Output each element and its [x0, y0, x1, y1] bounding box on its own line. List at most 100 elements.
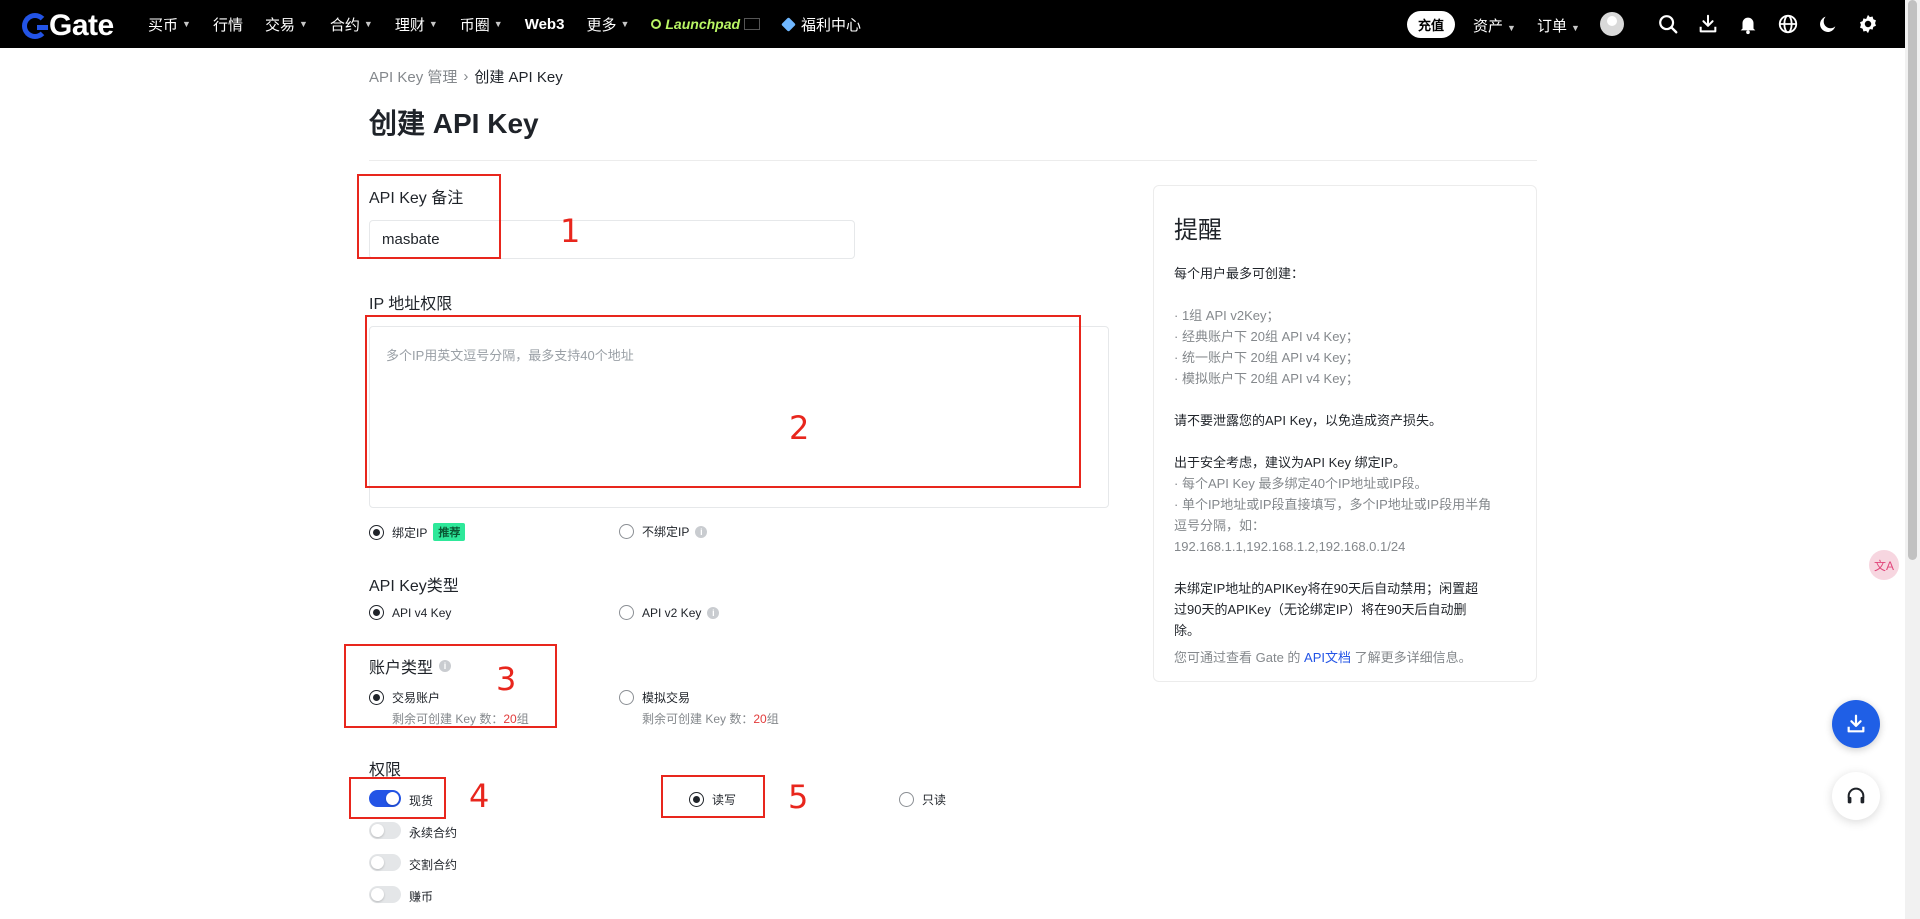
radio-api-v2-key[interactable]: API v2 Key i [619, 605, 720, 620]
annotation-box-4 [349, 777, 446, 819]
reminder-auto-disable: 除。 [1174, 623, 1201, 638]
annotation-number-1: 1 [560, 212, 581, 250]
reminder-warning: 请不要泄露您的API Key，以免造成资产损失。 [1174, 413, 1442, 428]
page-scrollbar[interactable] [1905, 0, 1920, 919]
nav-orders[interactable]: 订单 ▼ [1537, 15, 1580, 36]
breadcrumb-api-key-management[interactable]: API Key 管理 [369, 66, 457, 87]
floating-support-button[interactable] [1832, 772, 1880, 820]
radio-bind-ip[interactable]: 绑定IP 推荐 [369, 523, 466, 541]
floating-download-button[interactable] [1832, 700, 1880, 748]
toggle-delivery[interactable] [369, 854, 401, 871]
radio-unchecked-icon [619, 605, 634, 620]
info-icon[interactable]: i [695, 525, 708, 538]
chevron-down-icon: ▼ [1507, 23, 1516, 33]
nav-web3[interactable]: Web3 [525, 16, 565, 33]
info-icon[interactable]: i [707, 606, 720, 619]
reminder-limit: · 经典账户下 20组 API v4 Key； [1174, 329, 1359, 344]
title-divider [369, 160, 1537, 161]
breadcrumb-current: 创建 API Key [474, 69, 563, 86]
new-badge-icon [744, 18, 761, 30]
reminder-doc-note: 您可通过查看 Gate 的 API文档 了解更多详细信息。 [1174, 650, 1472, 665]
chevron-down-icon: ▼ [298, 19, 308, 29]
radio-unchecked-icon [619, 690, 634, 705]
translate-badge[interactable]: 文A [1869, 550, 1899, 580]
nav-welfare-center[interactable]: 福利中心 [781, 14, 861, 35]
gear-icon[interactable] [1857, 13, 1879, 35]
radio-api-v4-key[interactable]: API v4 Key [369, 605, 451, 620]
headset-icon [1847, 787, 1865, 804]
chevron-down-icon: ▼ [1571, 23, 1580, 33]
radio-checked-icon [369, 524, 384, 540]
reminder-ip-rule: 逗号分隔，如： [1174, 518, 1266, 533]
reminder-security: 出于安全考虑，建议为API Key 绑定IP。 [1174, 455, 1406, 470]
nav-earn[interactable]: 理财 ▼ [395, 14, 438, 35]
ip-permission-label: IP 地址权限 [369, 296, 453, 313]
radio-unchecked-icon [899, 792, 914, 807]
reminder-panel: 提醒 每个用户最多可创建： · 1组 API v2Key； · 经典账户下 20… [1153, 185, 1537, 682]
radio-no-bind-ip[interactable]: 不绑定IP i [619, 523, 708, 540]
annotation-number-2: 2 [789, 409, 810, 447]
nav-markets[interactable]: 行情 [213, 14, 243, 35]
search-icon[interactable] [1657, 13, 1679, 35]
moon-icon[interactable] [1817, 13, 1839, 35]
nav-buy-crypto[interactable]: 买币 ▼ [148, 14, 191, 35]
toggle-perpetual[interactable] [369, 822, 401, 839]
nav-square[interactable]: 币圈 ▼ [460, 14, 503, 35]
nav-futures[interactable]: 合约 ▼ [330, 14, 373, 35]
toggle-earn-label: 赚币 [409, 890, 434, 904]
toggle-perpetual-label: 永续合约 [409, 826, 458, 840]
annotation-number-5: 5 [788, 778, 809, 816]
annotation-box-5 [661, 775, 765, 818]
reminder-ip-rule: 192.168.1.1,192.168.1.2,192.168.0.1/24 [1174, 539, 1406, 554]
breadcrumb: API Key 管理 › 创建 API Key [369, 66, 563, 87]
radio-read-only[interactable]: 只读 [899, 791, 946, 808]
api-doc-link[interactable]: API文档 [1304, 650, 1351, 665]
chevron-down-icon: ▼ [620, 19, 630, 29]
api-key-type-label: API Key类型 [369, 578, 459, 595]
breadcrumb-separator: › [463, 68, 469, 85]
user-avatar[interactable] [1600, 12, 1624, 36]
nav-more[interactable]: 更多 ▼ [586, 14, 629, 35]
reminder-ip-rule: · 每个API Key 最多绑定40个IP地址或IP段。 [1174, 476, 1428, 491]
page-title: 创建 API Key [369, 108, 539, 139]
annotation-box-1 [357, 174, 501, 259]
gate-logo[interactable]: Gate [22, 9, 114, 43]
radio-checked-icon [369, 605, 384, 620]
chevron-down-icon: ▼ [182, 19, 191, 29]
nav-trade[interactable]: 交易 ▼ [265, 14, 308, 35]
radio-unchecked-icon [619, 524, 634, 539]
chevron-down-icon: ▼ [363, 19, 373, 29]
reminder-limit: · 1组 API v2Key； [1174, 308, 1280, 323]
demo-remaining-note: 剩余可创建 Key 数：20组 [642, 712, 779, 726]
chevron-down-icon: ▼ [428, 19, 438, 29]
reminder-title: 提醒 [1174, 217, 1222, 244]
download-icon[interactable] [1697, 13, 1719, 35]
launchpad-icon [651, 19, 662, 29]
reminder-ip-rule: · 单个IP地址或IP段直接填写，多个IP地址或IP段用半角 [1174, 497, 1492, 512]
reminder-limit: · 统一账户下 20组 API v4 Key； [1174, 350, 1359, 365]
reminder-intro: 每个用户最多可创建： [1174, 266, 1305, 281]
annotation-box-2 [365, 315, 1081, 488]
deposit-button[interactable]: 充值 [1407, 11, 1455, 38]
logo-text: Gate [49, 9, 114, 42]
recommended-badge: 推荐 [433, 523, 466, 541]
bell-icon[interactable] [1737, 13, 1759, 35]
annotation-box-3 [344, 644, 557, 728]
toggle-delivery-label: 交割合约 [409, 858, 458, 872]
annotation-number-3: 3 [496, 660, 517, 698]
download-icon [1847, 714, 1865, 733]
reminder-limit: · 模拟账户下 20组 API v4 Key； [1174, 371, 1359, 386]
top-nav: Gate 买币 ▼ 行情 交易 ▼ 合约 ▼ 理财 ▼ 币圈 ▼ Web3 更多 ▼ Lau… [0, 0, 1905, 48]
nav-assets[interactable]: 资产 ▼ [1473, 15, 1516, 36]
nav-launchpad[interactable]: Launchpad [651, 16, 761, 32]
globe-icon[interactable] [1777, 13, 1799, 35]
main-menu: 买币 ▼ 行情 交易 ▼ 合约 ▼ 理财 ▼ 币圈 ▼ Web3 更多 ▼ Launchpa… [148, 0, 883, 48]
reminder-auto-disable: 过90天的APIKey（无论绑定IP）将在90天后自动删 [1174, 602, 1467, 617]
radio-demo-trading[interactable]: 模拟交易 [619, 689, 690, 706]
gift-cube-icon [781, 16, 796, 32]
annotation-number-4: 4 [469, 777, 490, 815]
chevron-down-icon: ▼ [493, 19, 503, 29]
gate-logo-icon [22, 13, 48, 39]
toggle-earn[interactable] [369, 886, 401, 903]
scrollbar-thumb[interactable] [1908, 0, 1917, 560]
